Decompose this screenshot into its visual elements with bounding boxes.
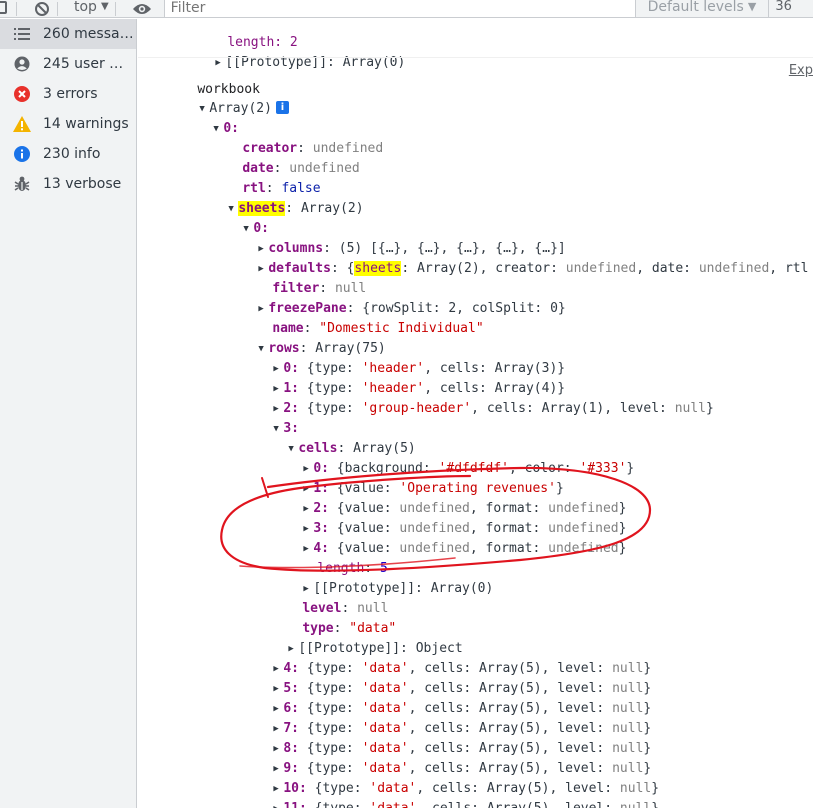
- log-label-row: workbook: [166, 60, 260, 97]
- prop-row-date: date: undefined: [242, 161, 360, 176]
- cell-entry[interactable]: ▶ 1: {value: 'Operating revenues'}: [272, 459, 563, 496]
- log-levels-label: Default levels: [647, 0, 744, 15]
- row-entry[interactable]: ▶ 0: {type: 'header', cells: Array(3)}: [242, 339, 565, 376]
- info-badge-icon[interactable]: i: [275, 101, 289, 114]
- clear-console-button[interactable]: [33, 0, 51, 18]
- sidebar-item-label: 14 warnings: [43, 116, 129, 132]
- sidebar-item-user-messages[interactable]: 245 user me…: [0, 49, 136, 79]
- sidebar-item-info[interactable]: 230 info: [0, 139, 136, 169]
- console-toolbar: top ▼ Default levels ▼ 36: [0, 0, 813, 18]
- sidebar-item-errors[interactable]: 3 errors: [0, 79, 136, 109]
- warning-icon: [13, 115, 31, 133]
- prop-row-length: length: 5: [317, 561, 388, 576]
- sidebar-item-label: 245 user me…: [43, 56, 136, 72]
- prop-row-type: type: "data": [302, 621, 397, 636]
- tree-index-row[interactable]: ▼ 0:: [182, 99, 239, 136]
- log-levels-dropdown[interactable]: Default levels ▼: [648, 0, 757, 15]
- row-entry[interactable]: ▶12: {type: 'data', cells: Array(5), lev…: [242, 799, 659, 808]
- row-entry[interactable]: ▶ 7: {type: 'data', cells: Array(5), leve…: [242, 699, 651, 736]
- sidebar-item-warnings[interactable]: 14 warnings: [0, 109, 136, 139]
- message-divider: [138, 57, 813, 58]
- prop-row-creator: creator: undefined: [242, 141, 384, 156]
- array-length-row: length: 2: [196, 19, 297, 50]
- error-icon: [13, 85, 31, 103]
- sidebar-item-messages[interactable]: 260 messag…: [0, 19, 136, 49]
- block-icon: [35, 1, 49, 16]
- row-entry[interactable]: ▶ 2: {type: 'group-header', cells: Array(…: [242, 379, 714, 416]
- sidebar-toggle-button[interactable]: [0, 0, 10, 18]
- caret-down-icon: ▼: [100, 1, 109, 12]
- cell-entry[interactable]: ▶ 2: {value: undefined, format: undefined…: [272, 479, 626, 516]
- console-sidebar: 260 messag… 245 user me… 3 errors 14 war…: [0, 19, 137, 808]
- eye-icon: [132, 3, 151, 14]
- prop-row-filter: filter: null: [272, 281, 367, 296]
- cell-entry[interactable]: ▶ 0: {background: '#dfdfdf', color: '#333…: [272, 439, 634, 476]
- toolbar-divider: [16, 1, 17, 16]
- row-entry[interactable]: ▶ 4: {type: 'data', cells: Array(5), leve…: [242, 639, 651, 676]
- bug-icon: [13, 175, 31, 193]
- user-icon: [13, 55, 31, 73]
- toolbar-divider: [57, 1, 58, 16]
- prototype-row[interactable]: ▶ [[Prototype]]: Object: [257, 619, 462, 656]
- console-output: length: 2 ▶ [[Prototype]]: Array(0) workb…: [138, 19, 813, 808]
- source-link[interactable]: Exp: [789, 63, 813, 78]
- sidebar-item-label: 260 messag…: [43, 26, 136, 42]
- prop-row-sheets[interactable]: ▼ sheets: Array(2): [197, 179, 364, 216]
- cell-entry[interactable]: ▶ 3: {value: undefined, format: undefined…: [272, 499, 626, 536]
- sidebar-item-label: 3 errors: [43, 86, 98, 102]
- row-entry[interactable]: ▶ 10: {type: 'data', cells: Array(5), lev…: [242, 759, 659, 796]
- issues-count-badge[interactable]: 36: [768, 0, 798, 17]
- prototype-row[interactable]: ▶ [[Prototype]]: Array(0): [184, 33, 405, 70]
- prop-row-cells[interactable]: ▼ cells: Array(5): [257, 419, 415, 456]
- prop-row-rtl: rtl: false: [242, 181, 321, 196]
- context-selector[interactable]: top ▼: [74, 0, 109, 15]
- row-entry[interactable]: ▶ 8: {type: 'data', cells: Array(5), leve…: [242, 719, 651, 756]
- row-entry[interactable]: ▶ 9: {type: 'data', cells: Array(5), leve…: [242, 739, 651, 776]
- prop-row-freezepane[interactable]: ▶ freezePane: {rowSplit: 2, colSplit: 0}: [227, 279, 565, 316]
- prop-value: Array(2): [300, 201, 364, 216]
- prop-row-defaults[interactable]: ▶ defaults: {sheets: Array(2), creator: u…: [227, 239, 808, 276]
- tree-index-row[interactable]: ▼ 3:: [242, 399, 299, 436]
- row-entry[interactable]: ▶ 5: {type: 'data', cells: Array(5), leve…: [242, 659, 651, 696]
- prop-row-level: level: null: [302, 601, 389, 616]
- filter-input[interactable]: [163, 0, 636, 18]
- sidebar-toggle-icon: [0, 0, 7, 14]
- list-icon: [13, 25, 31, 43]
- row-entry[interactable]: ▶ 1: {type: 'header', cells: Array(4)}: [242, 359, 565, 396]
- prop-row-name: name: "Domestic Individual": [272, 321, 484, 336]
- prop-row-rows[interactable]: ▼ rows: Array(75): [227, 319, 385, 356]
- context-label: top: [74, 0, 97, 15]
- prototype-row[interactable]: ▶ [[Prototype]]: Array(0): [272, 559, 493, 596]
- cell-entry[interactable]: ▶ 4: {value: undefined, format: undefined…: [272, 519, 626, 556]
- tree-index-row[interactable]: ▼ 0:: [212, 199, 269, 236]
- caret-down-icon: ▼: [747, 0, 757, 13]
- prop-row-columns[interactable]: ▶ columns: (5) [{…}, {…}, {…}, {…}, {…}]: [227, 219, 565, 256]
- live-expression-button[interactable]: [130, 0, 154, 18]
- sidebar-item-verbose[interactable]: 13 verbose: [0, 169, 136, 199]
- info-icon: [13, 145, 31, 163]
- tree-root-row[interactable]: ▼ Array(2) i: [168, 79, 289, 116]
- sidebar-item-label: 13 verbose: [43, 176, 122, 192]
- row-entry[interactable]: ▶ 6: {type: 'data', cells: Array(5), leve…: [242, 679, 651, 716]
- sidebar-item-label: 230 info: [43, 146, 101, 162]
- row-entry[interactable]: ▶11: {type: 'data', cells: Array(5), lev…: [242, 779, 659, 808]
- toolbar-divider: [114, 1, 116, 16]
